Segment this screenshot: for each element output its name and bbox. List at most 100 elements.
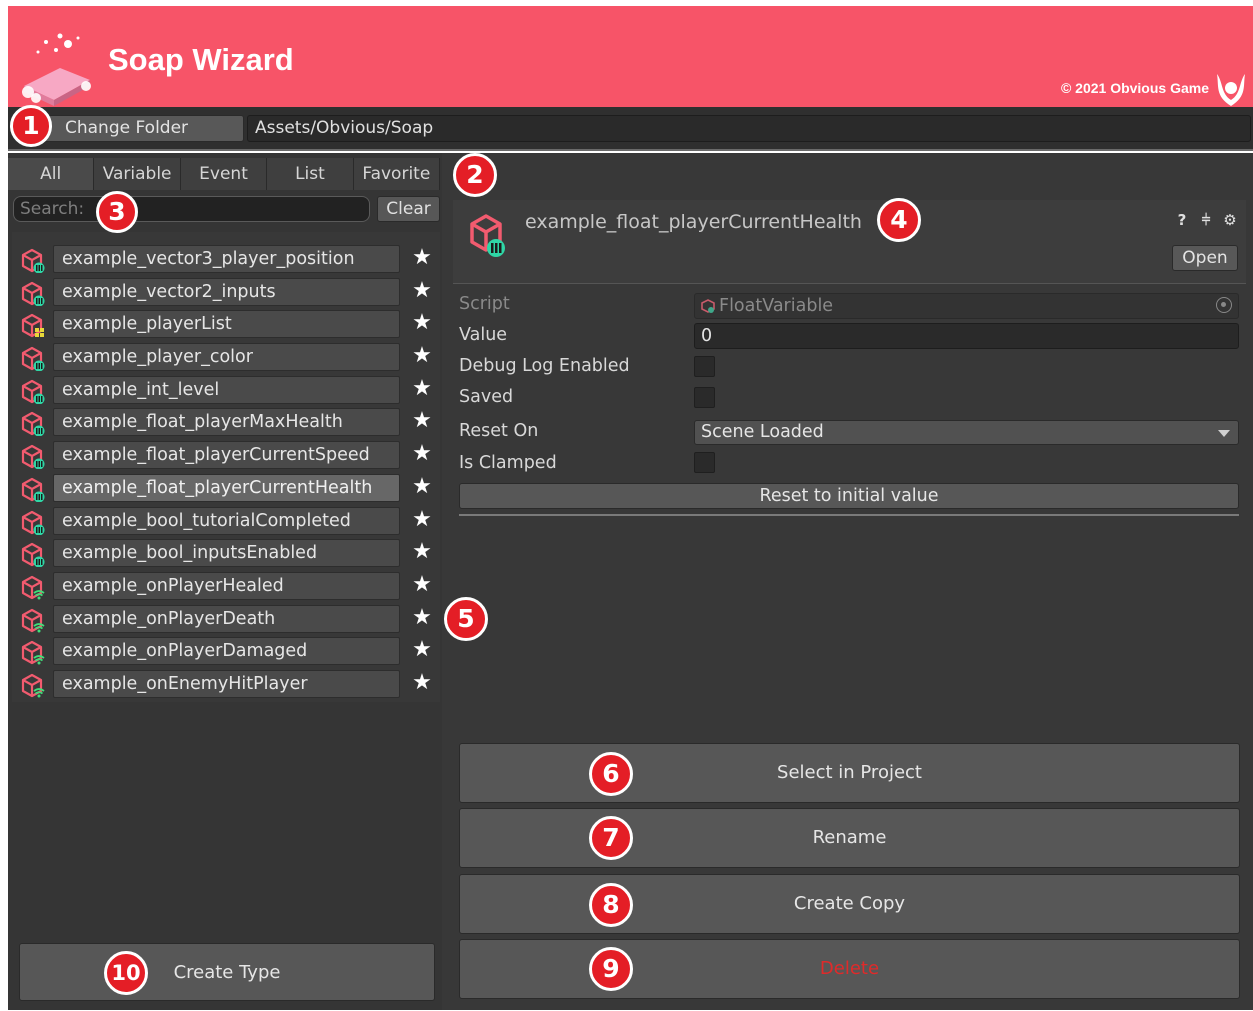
- chevron-down-icon: [1218, 430, 1230, 437]
- list-item[interactable]: example_float_playerMaxHealth ★: [16, 407, 440, 440]
- list-item[interactable]: example_playerList ★: [16, 309, 440, 342]
- search-input[interactable]: Search:: [13, 196, 370, 222]
- event-icon: [21, 608, 45, 633]
- event-icon: [21, 641, 45, 665]
- clear-search-button[interactable]: Clear: [377, 196, 440, 222]
- asset-item-button[interactable]: example_float_playerCurrentSpeed: [53, 441, 400, 470]
- asset-item-button[interactable]: example_onPlayerHealed: [53, 571, 400, 600]
- debug-log-checkbox[interactable]: [694, 356, 715, 377]
- reset-initial-value-button[interactable]: Reset to initial value: [459, 483, 1239, 509]
- asset-item-button[interactable]: example_int_level: [53, 375, 400, 404]
- variable-icon: [21, 379, 45, 404]
- debug-log-label: Debug Log Enabled: [459, 356, 630, 376]
- asset-item-button[interactable]: example_bool_inputsEnabled: [53, 539, 400, 568]
- event-icon: [21, 673, 45, 698]
- open-button[interactable]: Open: [1172, 245, 1238, 271]
- reset-on-value: Scene Loaded: [701, 422, 824, 442]
- value-label: Value: [459, 325, 508, 345]
- saved-checkbox[interactable]: [694, 387, 715, 408]
- tab-list[interactable]: List: [267, 158, 354, 190]
- list-item[interactable]: example_float_playerCurrentSpeed ★: [16, 440, 440, 473]
- variable-icon: [21, 281, 45, 306]
- variable-icon: [21, 510, 45, 535]
- asset-item-button[interactable]: example_onEnemyHitPlayer: [53, 669, 400, 698]
- list-item[interactable]: example_vector2_inputs ★: [16, 277, 440, 310]
- callout-badge-6: 6: [589, 752, 633, 796]
- callout-badge-3: 3: [96, 191, 138, 233]
- favorite-star-icon[interactable]: ★: [410, 474, 434, 499]
- object-picker-icon[interactable]: [1216, 297, 1232, 313]
- asset-item-button[interactable]: example_vector3_player_position: [53, 245, 400, 273]
- app-title: Soap Wizard: [108, 42, 294, 77]
- favorite-star-icon[interactable]: ★: [410, 409, 434, 433]
- selected-asset-name: example_float_playerCurrentHealth: [525, 211, 862, 233]
- rename-button[interactable]: Rename: [459, 808, 1240, 868]
- delete-button[interactable]: Delete: [459, 939, 1240, 999]
- callout-badge-2: 2: [453, 153, 497, 197]
- is-clamped-label: Is Clamped: [459, 453, 557, 473]
- gear-icon[interactable]: ⚙: [1222, 211, 1238, 229]
- list-icon: [21, 314, 44, 338]
- callout-badge-10: 10: [104, 951, 148, 995]
- tab-favorite[interactable]: Favorite: [353, 158, 441, 190]
- reset-on-label: Reset On: [459, 421, 539, 441]
- favorite-star-icon[interactable]: ★: [410, 442, 434, 466]
- asset-item-button[interactable]: example_playerList: [53, 310, 400, 339]
- asset-item-button[interactable]: example_float_playerMaxHealth: [53, 408, 400, 437]
- favorite-star-icon[interactable]: ★: [410, 278, 434, 303]
- favorite-star-icon[interactable]: ★: [410, 246, 434, 270]
- asset-item-button[interactable]: example_onPlayerDamaged: [53, 637, 400, 666]
- folder-path-field[interactable]: Assets/Obvious/Soap: [247, 115, 1251, 142]
- select-in-project-button[interactable]: Select in Project: [459, 743, 1240, 803]
- asset-item-button[interactable]: example_onPlayerDeath: [53, 604, 400, 633]
- asset-item-button[interactable]: example_player_color: [53, 343, 400, 372]
- script-asset-icon: [701, 299, 715, 313]
- callout-badge-8: 8: [589, 883, 633, 927]
- tab-variable[interactable]: Variable: [94, 158, 181, 190]
- callout-badge-5: 5: [444, 597, 488, 641]
- list-item[interactable]: example_int_level ★: [16, 375, 440, 408]
- presets-icon[interactable]: ⫩: [1198, 211, 1214, 229]
- tab-event[interactable]: Event: [180, 158, 268, 190]
- event-icon: [21, 575, 45, 600]
- favorite-star-icon[interactable]: ★: [410, 605, 434, 630]
- help-icon[interactable]: ?: [1174, 211, 1190, 229]
- list-item[interactable]: example_player_color ★: [16, 342, 440, 375]
- type-filter-tabs: All Variable Event List Favorite: [8, 158, 441, 190]
- is-clamped-checkbox[interactable]: [694, 452, 715, 473]
- list-item[interactable]: example_bool_inputsEnabled ★: [16, 538, 440, 571]
- callout-badge-9: 9: [589, 947, 633, 991]
- favorite-star-icon[interactable]: ★: [410, 540, 434, 564]
- create-copy-button[interactable]: Create Copy: [459, 874, 1240, 934]
- favorite-star-icon[interactable]: ★: [410, 638, 434, 662]
- list-item[interactable]: example_float_playerCurrentHealth ★: [16, 473, 440, 506]
- favorite-star-icon[interactable]: ★: [410, 572, 434, 597]
- soap-logo: [22, 33, 91, 106]
- value-input[interactable]: 0: [694, 323, 1239, 349]
- change-folder-button[interactable]: Change Folder: [36, 115, 244, 142]
- inspector-tools: ? ⫩ ⚙: [1174, 211, 1244, 231]
- favorite-star-icon[interactable]: ★: [410, 311, 434, 335]
- variable-icon: [21, 248, 45, 273]
- variable-asset-icon: [470, 214, 505, 257]
- favorite-star-icon[interactable]: ★: [410, 670, 434, 695]
- list-item[interactable]: example_onPlayerHealed ★: [16, 571, 440, 604]
- list-item[interactable]: example_bool_tutorialCompleted ★: [16, 506, 440, 539]
- variable-icon: [21, 543, 45, 568]
- asset-item-button[interactable]: example_float_playerCurrentHealth: [53, 473, 400, 502]
- script-field: FloatVariable: [694, 293, 1239, 319]
- callout-badge-4: 4: [877, 198, 921, 242]
- list-item[interactable]: example_onPlayerDeath ★: [16, 604, 440, 637]
- list-item[interactable]: example_onPlayerDamaged ★: [16, 636, 440, 669]
- favorite-star-icon[interactable]: ★: [410, 507, 434, 532]
- favorite-star-icon[interactable]: ★: [410, 376, 434, 401]
- inspector-divider: [459, 514, 1239, 516]
- reset-on-dropdown[interactable]: Scene Loaded: [694, 420, 1239, 445]
- tab-all[interactable]: All: [8, 158, 95, 190]
- list-item[interactable]: example_onEnemyHitPlayer ★: [16, 669, 440, 702]
- asset-item-button[interactable]: example_bool_tutorialCompleted: [53, 506, 400, 535]
- asset-item-button[interactable]: example_vector2_inputs: [53, 277, 400, 306]
- create-type-button[interactable]: Create Type: [19, 943, 435, 1001]
- list-item[interactable]: example_vector3_player_position ★: [16, 244, 440, 277]
- favorite-star-icon[interactable]: ★: [410, 344, 434, 368]
